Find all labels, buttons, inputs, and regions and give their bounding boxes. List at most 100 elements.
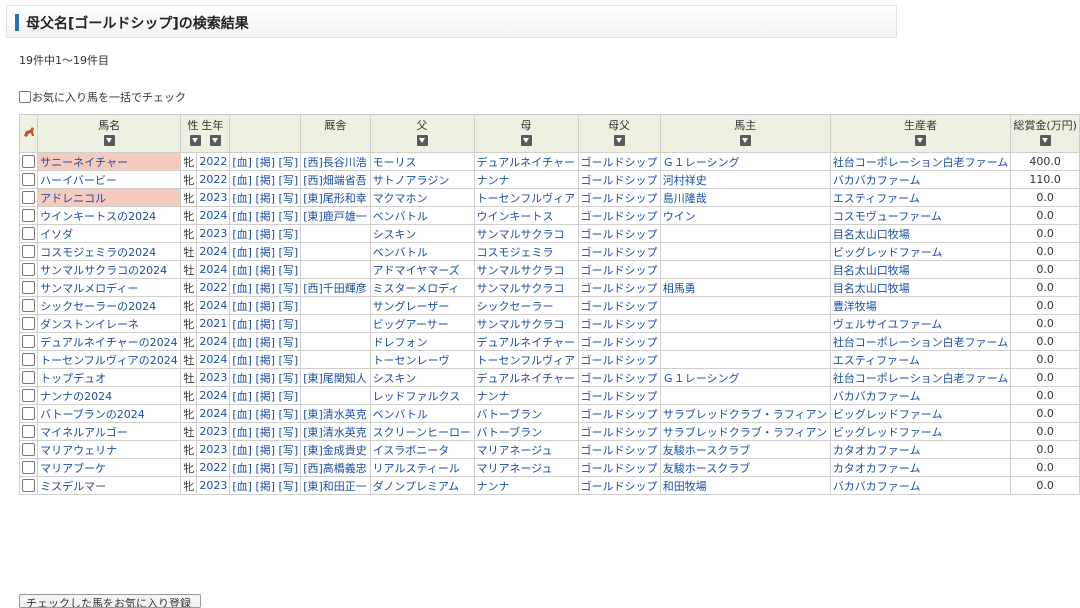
breeder-link-text[interactable]: カタオカファーム — [833, 462, 921, 475]
sire-link[interactable]: スクリーンヒーロー — [369, 422, 475, 441]
dam-sire-link[interactable]: ゴールドシップ — [577, 242, 661, 261]
dam-link-text[interactable]: シックセーラー — [477, 300, 554, 313]
stable-link-text[interactable]: [東]尾形和幸 — [303, 192, 367, 205]
sire-link[interactable]: シスキン — [369, 224, 475, 243]
dam-link[interactable]: バトーブラン — [473, 422, 579, 441]
sire-link[interactable]: イスラボニータ — [369, 440, 475, 459]
photo-link[interactable]: [写] — [279, 174, 299, 187]
photo-link[interactable]: [写] — [279, 408, 299, 421]
dam-link[interactable]: サンマルサクラコ — [473, 224, 579, 243]
sire-link[interactable]: ベンバトル — [369, 242, 475, 261]
board-link[interactable]: [掲] — [255, 444, 275, 457]
favorite-checkbox[interactable] — [22, 389, 36, 403]
pedigree-link[interactable]: [血] — [232, 426, 252, 439]
sire-link-text[interactable]: ドレフォン — [373, 336, 428, 349]
sort-down-icon[interactable] — [520, 135, 532, 146]
stable-link[interactable] — [300, 350, 371, 369]
pedigree-link[interactable]: [血] — [232, 462, 252, 475]
dam-sire-link[interactable]: ゴールドシップ — [577, 314, 661, 333]
header-dam[interactable]: 母 — [473, 114, 579, 153]
board-link[interactable]: [掲] — [255, 210, 275, 223]
board-link[interactable]: [掲] — [255, 336, 275, 349]
dam-sire-link-text[interactable]: ゴールドシップ — [581, 336, 658, 349]
horse-name-link-text[interactable]: マリアブーケ — [40, 462, 106, 475]
photo-link[interactable]: [写] — [279, 390, 299, 403]
birth-year-link-text[interactable]: 2024 — [199, 407, 227, 420]
dam-sire-link-text[interactable]: ゴールドシップ — [581, 390, 658, 403]
stable-link-text[interactable]: [東]和田正一 — [303, 480, 367, 493]
sire-link[interactable]: ダノンプレミアム — [369, 476, 475, 495]
header-dam-sire[interactable]: 母父 — [577, 114, 661, 153]
birth-year-link[interactable]: 2021 — [196, 314, 231, 333]
row-checkbox-cell[interactable] — [18, 188, 39, 207]
board-link[interactable]: [掲] — [255, 372, 275, 385]
dam-link[interactable]: サンマルサクラコ — [473, 314, 579, 333]
horse-name-link[interactable]: サニーネイチャー — [37, 152, 182, 171]
pedigree-link[interactable]: [血] — [232, 228, 252, 241]
owner-link[interactable] — [659, 296, 831, 315]
stable-link[interactable]: [西]高橋義忠 — [300, 458, 371, 477]
dam-sire-link[interactable]: ゴールドシップ — [577, 332, 661, 351]
breeder-link-text[interactable]: コスモヴューファーム — [833, 210, 942, 223]
dam-link[interactable]: シックセーラー — [473, 296, 579, 315]
sire-link[interactable]: アドマイヤマーズ — [369, 260, 475, 279]
stable-link[interactable] — [300, 386, 371, 405]
owner-link[interactable]: Ｇ１レーシング — [659, 368, 831, 387]
photo-link[interactable]: [写] — [279, 264, 299, 277]
dam-link-text[interactable]: ウインキートス — [477, 210, 554, 223]
dam-link-text[interactable]: デュアルネイチャー — [477, 372, 576, 385]
favorite-checkbox[interactable] — [22, 173, 36, 187]
dam-link-text[interactable]: コスモジェミラ — [477, 246, 554, 259]
dam-link-text[interactable]: トーセンフルヴィア — [477, 192, 576, 205]
birth-year-link[interactable]: 2023 — [196, 188, 231, 207]
pedigree-link[interactable]: [血] — [232, 192, 252, 205]
sire-link-text[interactable]: シスキン — [373, 228, 417, 241]
owner-link-text[interactable]: 友駿ホースクラブ — [663, 462, 750, 475]
stable-link-text[interactable]: [東]尾関知人 — [303, 372, 367, 385]
dam-link[interactable]: マリアネージュ — [473, 440, 579, 459]
dam-link[interactable]: マリアネージュ — [473, 458, 579, 477]
horse-name-link-text[interactable]: ウインキートスの2024 — [40, 210, 156, 223]
photo-link[interactable]: [写] — [279, 462, 299, 475]
birth-year-link[interactable]: 2023 — [196, 476, 231, 495]
pedigree-link[interactable]: [血] — [232, 210, 252, 223]
horse-name-link-text[interactable]: マリアウェリナ — [40, 444, 117, 457]
horse-name-link-text[interactable]: サニーネイチャー — [40, 156, 128, 169]
dam-sire-link-text[interactable]: ゴールドシップ — [581, 246, 658, 259]
breeder-link[interactable]: 社台コーポレーション白老ファーム — [829, 152, 1012, 171]
dam-sire-link[interactable]: ゴールドシップ — [577, 476, 661, 495]
dam-sire-link-text[interactable]: ゴールドシップ — [581, 372, 658, 385]
favorite-checkbox[interactable] — [22, 461, 36, 475]
breeder-link-text[interactable]: 目名太山口牧場 — [833, 228, 910, 241]
birth-year-link-text[interactable]: 2023 — [199, 371, 227, 384]
stable-link[interactable]: [東]尾形和幸 — [300, 188, 371, 207]
dam-sire-link[interactable]: ゴールドシップ — [577, 386, 661, 405]
birth-year-link[interactable]: 2022 — [196, 152, 231, 171]
horse-name-link-text[interactable]: ハーイバービー — [40, 174, 117, 187]
photo-link[interactable]: [写] — [279, 336, 299, 349]
birth-year-link[interactable]: 2024 — [196, 260, 231, 279]
sire-link-text[interactable]: シスキン — [373, 372, 417, 385]
favorite-checkbox[interactable] — [22, 281, 36, 295]
dam-sire-link[interactable]: ゴールドシップ — [577, 296, 661, 315]
favorite-checkbox[interactable] — [22, 227, 36, 241]
board-link[interactable]: [掲] — [255, 408, 275, 421]
pedigree-link[interactable]: [血] — [232, 246, 252, 259]
horse-name-link[interactable]: イソダ — [37, 224, 182, 243]
breeder-link[interactable]: バカバカファーム — [829, 476, 1012, 495]
stable-link[interactable]: [東]和田正一 — [300, 476, 371, 495]
breeder-link[interactable]: カタオカファーム — [829, 440, 1012, 459]
dam-link[interactable]: サンマルサクラコ — [473, 260, 579, 279]
horse-name-link-text[interactable]: アドレニコル — [40, 192, 106, 205]
horse-name-link[interactable]: デュアルネイチャーの2024 — [37, 332, 182, 351]
breeder-link-text[interactable]: ビッグレッドファーム — [833, 408, 943, 421]
stable-link-text[interactable]: [西]長谷川浩 — [303, 156, 367, 169]
owner-link[interactable]: Ｇ１レーシング — [659, 152, 831, 171]
horse-name-link-text[interactable]: デュアルネイチャーの2024 — [40, 336, 178, 349]
stable-link[interactable]: [西]長谷川浩 — [300, 152, 371, 171]
breeder-link[interactable]: ビッグレッドファーム — [829, 242, 1012, 261]
birth-year-link-text[interactable]: 2024 — [199, 299, 227, 312]
owner-link[interactable] — [659, 260, 831, 279]
dam-link-text[interactable]: デュアルネイチャー — [477, 336, 576, 349]
dam-link[interactable]: デュアルネイチャー — [473, 368, 579, 387]
